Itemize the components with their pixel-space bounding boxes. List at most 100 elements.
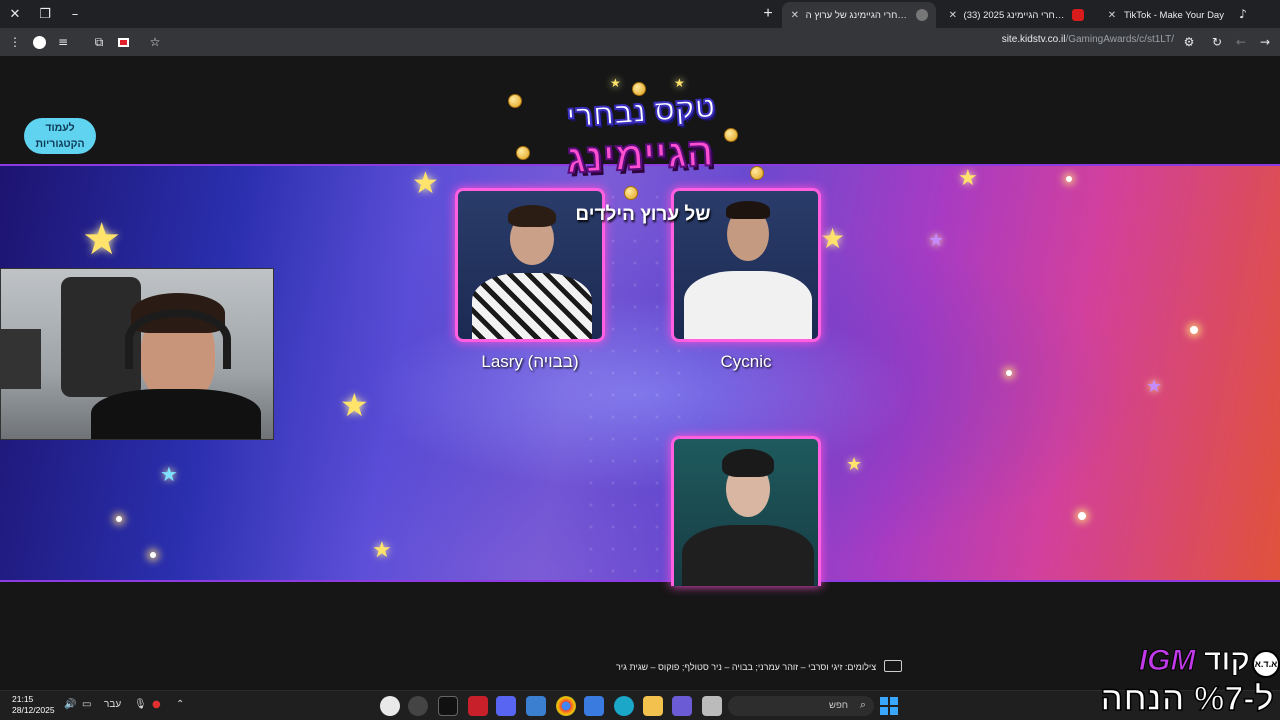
tiktok-icon: ♪ xyxy=(1239,7,1247,21)
network-icon[interactable]: ▭ xyxy=(82,699,91,710)
volume-icon[interactable]: 🔊 xyxy=(64,699,76,710)
address-bar[interactable]: site.kidstv.co.il/GamingAwards/c/st1LT/ xyxy=(1002,34,1174,45)
language-indicator[interactable]: עבר xyxy=(104,699,121,710)
photo-credits: צילומים: זיגי וסרבי – זוהר עמרני; בבויה … xyxy=(616,662,877,672)
star-icon: ★ xyxy=(340,386,369,424)
app-icon[interactable] xyxy=(526,696,546,716)
search-placeholder: חפש xyxy=(829,700,848,711)
person-body xyxy=(682,525,814,586)
promo-code-line: קוד IGM xyxy=(1138,644,1250,678)
star-icon: ★ xyxy=(610,76,621,90)
person-body xyxy=(684,271,812,339)
clock[interactable]: 21:15 28/12/2025 xyxy=(12,694,55,716)
microphone-icon[interactable]: 🎙 xyxy=(134,699,147,710)
profile-icon[interactable] xyxy=(30,33,48,51)
sparkle xyxy=(1190,326,1198,334)
extensions-icon[interactable]: ⧉ xyxy=(90,33,108,51)
clock-date: 28/12/2025 xyxy=(12,705,55,715)
forward-icon[interactable]: ← xyxy=(1232,33,1250,51)
show-hidden-icons-icon[interactable]: ⌃ xyxy=(176,699,184,710)
person-hair xyxy=(508,205,556,227)
microphone-arm xyxy=(1,329,41,389)
nominee-name: Lasry (בבויה) xyxy=(481,352,579,371)
star-icon: ★ xyxy=(846,454,863,475)
webcam-overlay xyxy=(0,268,274,440)
tab-title: טקס נבחרי הגיימינג של ערוץ ה... xyxy=(805,9,910,21)
categories-page-button[interactable]: לעמוד הקטגוריות xyxy=(24,118,96,154)
star-icon: ★ xyxy=(1146,376,1163,397)
coin-icon xyxy=(508,94,522,108)
taskbar-search[interactable]: חפש ⌕ xyxy=(728,696,874,716)
clock-time: 21:15 xyxy=(12,694,34,704)
tray-app-icon[interactable]: ● xyxy=(152,699,161,710)
task-view-icon[interactable] xyxy=(702,696,722,716)
nominee-card-third[interactable] xyxy=(671,436,821,586)
close-window-icon[interactable]: ✕ xyxy=(0,0,30,28)
headphones xyxy=(125,309,231,369)
site-settings-icon[interactable]: ⚙ xyxy=(1180,33,1198,51)
person-body xyxy=(472,273,592,339)
new-tab-button[interactable]: + xyxy=(758,4,778,24)
logo-title-line2: הגיימינג xyxy=(564,129,715,183)
globe-icon xyxy=(916,9,928,21)
app-icon[interactable] xyxy=(672,696,692,716)
tab-title: TikTok - Make Your Day xyxy=(1124,9,1224,21)
discount-line: ל-%7 הנחה xyxy=(1099,679,1274,719)
camera-icon xyxy=(884,660,902,672)
search-icon: ⌕ xyxy=(859,698,866,711)
close-tab-icon[interactable]: ✕ xyxy=(1106,10,1118,21)
star-icon: ★ xyxy=(958,166,978,191)
url-host: site.kidstv.co.il xyxy=(1001,34,1066,45)
sparkle xyxy=(116,516,122,522)
tab-strip: ✕ ❐ – + ✕ טקס נבחרי הגיימינג של ערוץ ה..… xyxy=(0,0,1280,28)
obs-icon[interactable] xyxy=(380,696,400,716)
start-button[interactable] xyxy=(880,697,898,715)
star-icon: ★ xyxy=(674,76,685,90)
gaming-awards-logo: ★ ★ טקס נבחרי הגיימינג xyxy=(504,76,774,204)
ada-logo: א.ד.א xyxy=(1252,650,1280,678)
minimize-window-icon[interactable]: – xyxy=(60,0,90,28)
sparkle xyxy=(1078,512,1086,520)
tab-title: (33) טקס נבחרי הגיימינג 2025 || xyxy=(963,9,1066,21)
sparkle xyxy=(1006,370,1012,376)
playlist-icon[interactable]: ≡ xyxy=(54,33,72,51)
reload-icon[interactable]: ↻ xyxy=(1208,33,1226,51)
bookmark-star-icon[interactable]: ☆ xyxy=(146,33,164,51)
file-explorer-icon[interactable] xyxy=(643,696,663,716)
star-icon: ★ xyxy=(820,222,846,255)
code-label: קוד xyxy=(1203,644,1250,678)
web-page: לעמוד הקטגוריות ★ ★ ★ ★ ★ ★ ★ ★ ★ ★ Lasr… xyxy=(0,56,1280,690)
tab-tiktok[interactable]: ✕ TikTok - Make Your Day xyxy=(1098,4,1252,26)
discord-icon[interactable] xyxy=(496,696,516,716)
close-tab-icon[interactable]: ✕ xyxy=(790,10,800,21)
code-value: IGM xyxy=(1138,644,1196,678)
promo-overlay: א.ד.א קוד IGM ל-%7 הנחה xyxy=(1082,640,1280,720)
star-icon: ★ xyxy=(160,462,178,486)
record-icon[interactable] xyxy=(114,33,132,51)
tab-gaming-awards[interactable]: ✕ טקס נבחרי הגיימינג של ערוץ ה... xyxy=(782,2,936,28)
coin-icon xyxy=(624,186,638,200)
logo-subtitle: של ערוץ הילדים xyxy=(575,204,711,225)
nominee-name: Cycnic xyxy=(720,352,772,371)
star-icon: ★ xyxy=(412,166,439,201)
sparkle xyxy=(1066,176,1072,182)
epic-games-icon[interactable] xyxy=(438,696,458,716)
edge-icon[interactable] xyxy=(614,696,634,716)
browser-toolbar: ⋮ ≡ ⧉ ☆ site.kidstv.co.il/GamingAwards/c… xyxy=(0,28,1280,56)
restore-window-icon[interactable]: ❐ xyxy=(30,0,60,28)
chrome-icon[interactable] xyxy=(556,696,576,716)
coin-icon xyxy=(632,82,646,96)
streamer-shirt xyxy=(91,389,261,439)
star-icon: ★ xyxy=(372,538,392,563)
app-icon[interactable] xyxy=(468,696,488,716)
menu-icon[interactable]: ⋮ xyxy=(6,33,24,51)
close-tab-icon[interactable]: ✕ xyxy=(948,10,958,21)
person-hair xyxy=(722,449,774,477)
store-icon[interactable] xyxy=(584,696,604,716)
app-icon[interactable] xyxy=(408,696,428,716)
back-icon[interactable]: → xyxy=(1256,33,1274,51)
star-icon: ★ xyxy=(82,214,122,265)
youtube-icon xyxy=(1072,9,1084,21)
tab-youtube[interactable]: ✕ (33) טקס נבחרי הגיימינג 2025 || xyxy=(940,4,1092,26)
star-icon: ★ xyxy=(928,230,945,251)
